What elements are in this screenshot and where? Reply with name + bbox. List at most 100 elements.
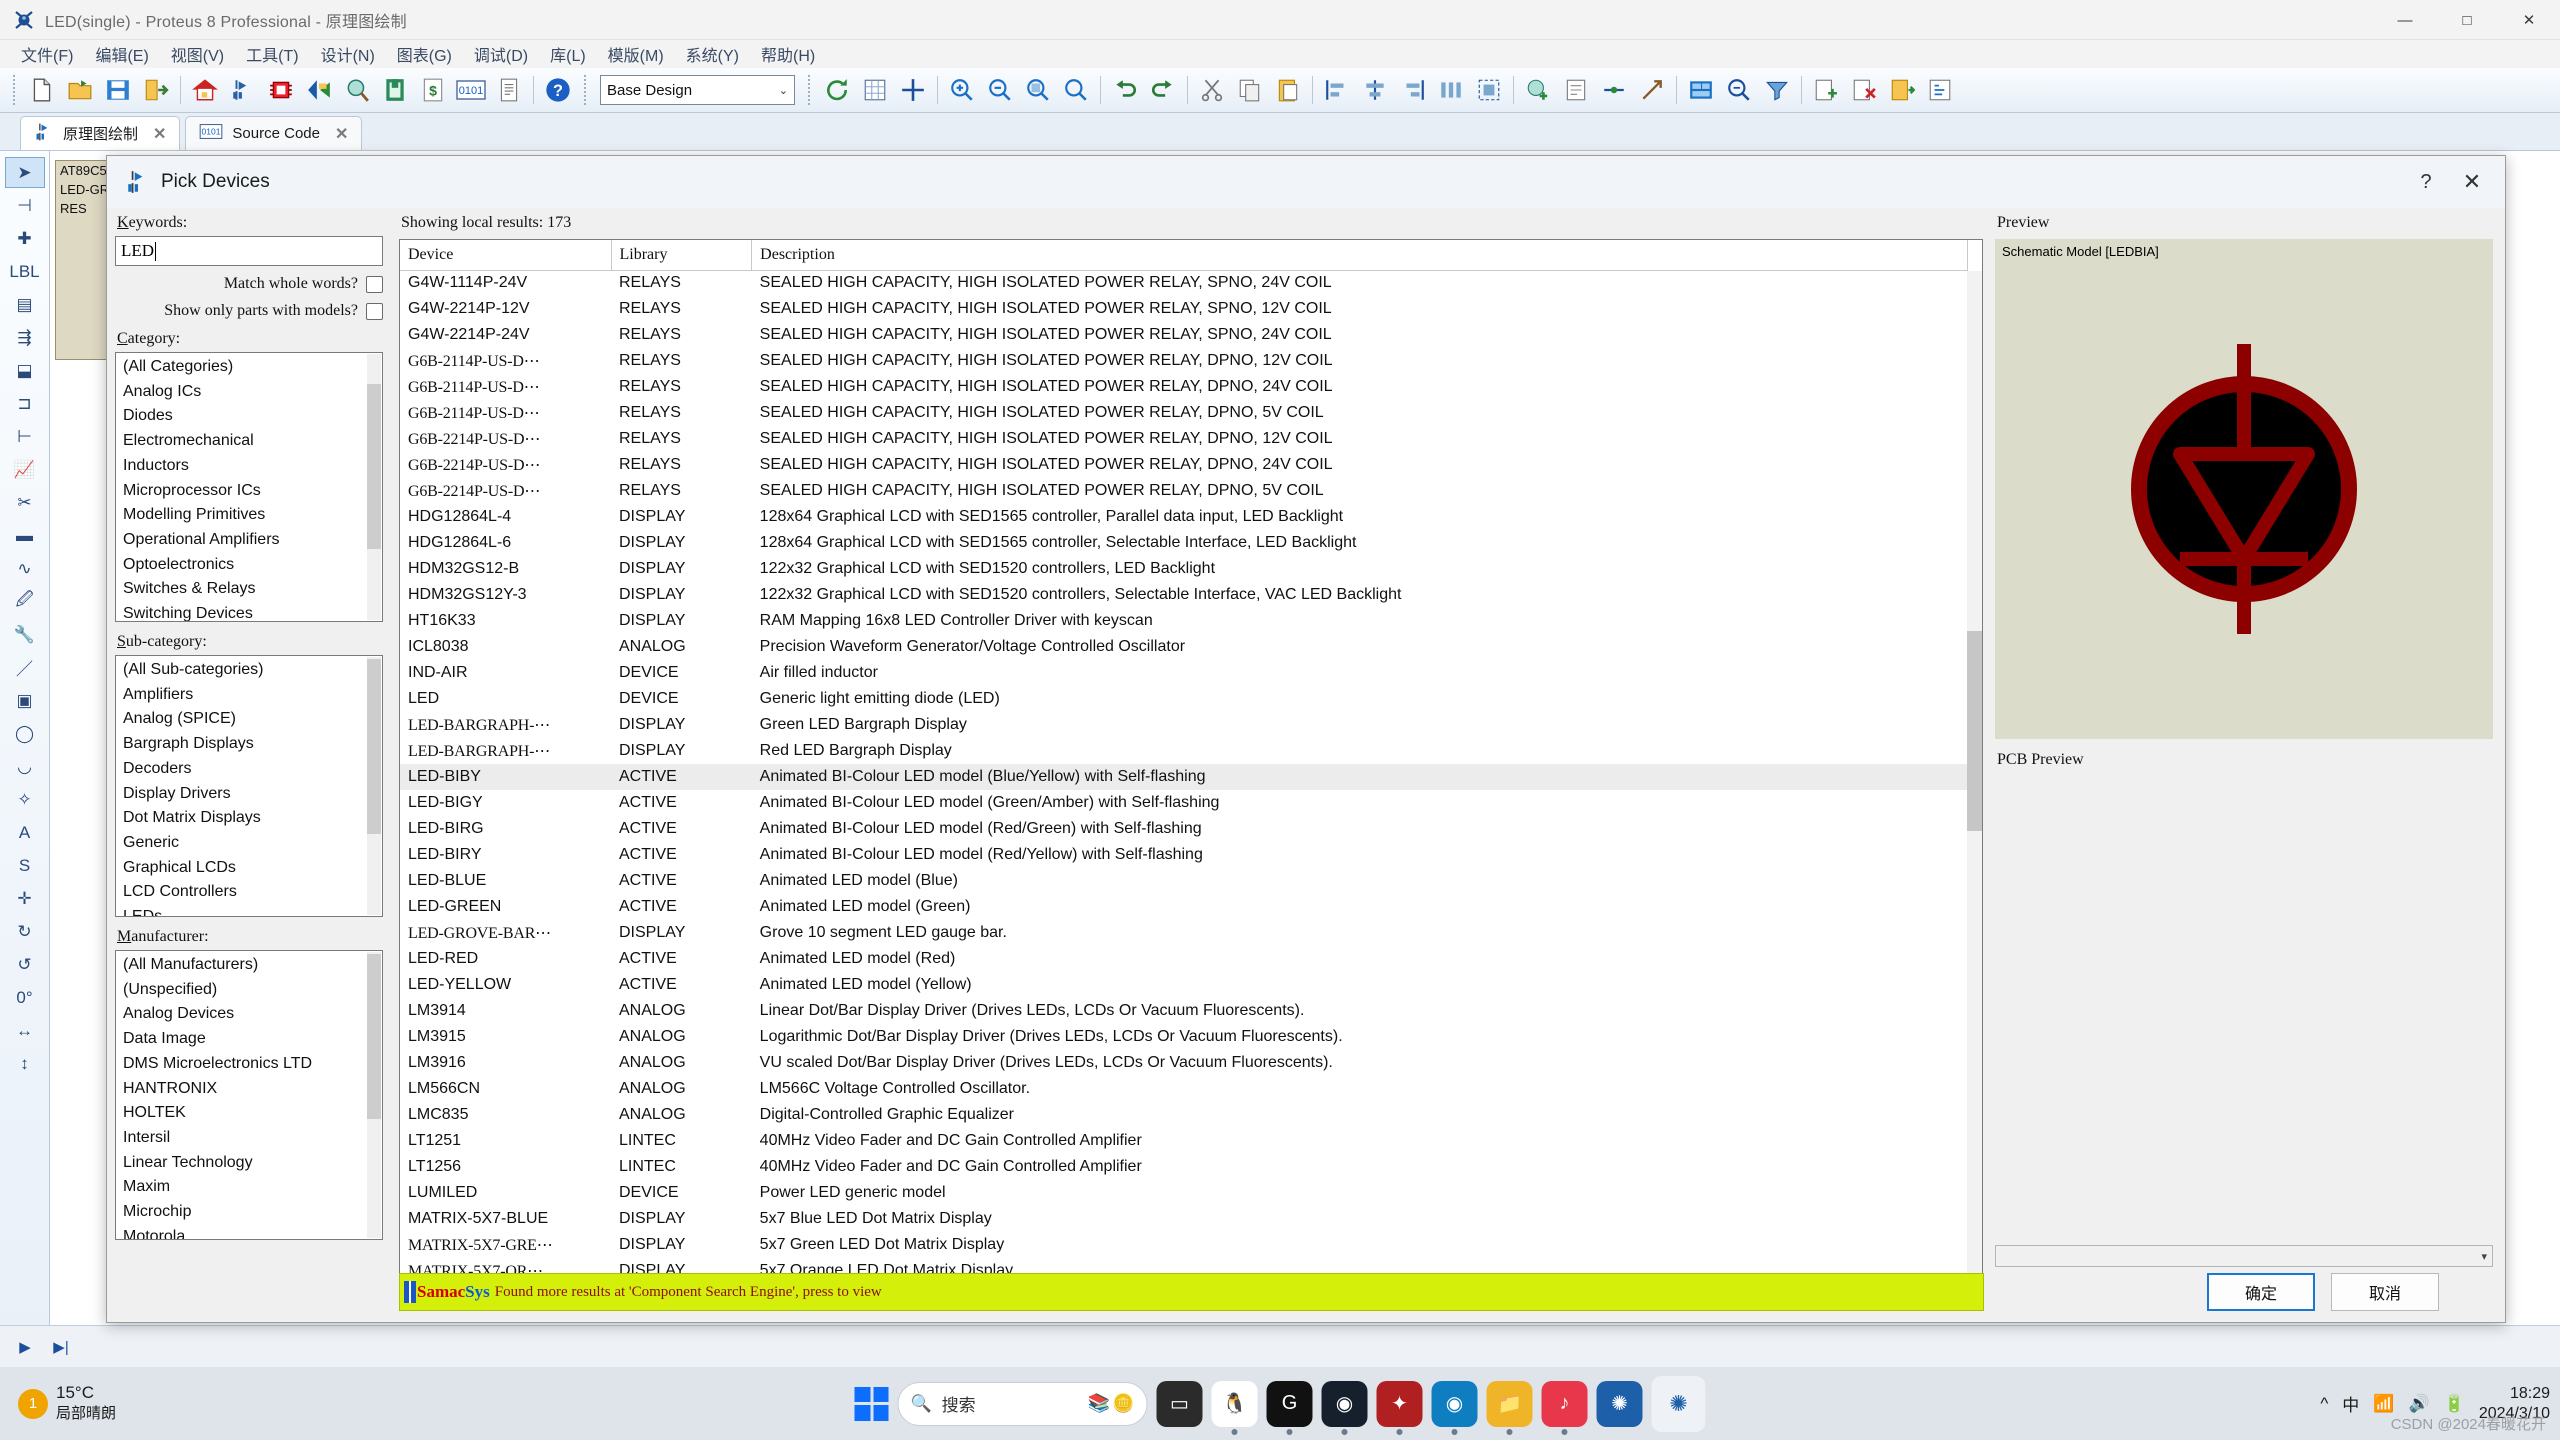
table-row[interactable]: ICL8038ANALOGPrecision Waveform Generato… — [400, 634, 1968, 660]
maximize-button[interactable]: □ — [2436, 0, 2498, 40]
table-row[interactable]: LEDDEVICEGeneric light emitting diode (L… — [400, 686, 1968, 712]
device-pins-icon[interactable]: ⊢ — [5, 421, 45, 452]
table-row[interactable]: G4W-2214P-12VRELAYSSEALED HIGH CAPACITY,… — [400, 296, 1968, 322]
game-icon[interactable]: ✦ — [1377, 1381, 1423, 1427]
marker-tool-icon[interactable]: ✛ — [5, 883, 45, 914]
refresh-icon[interactable] — [818, 72, 856, 108]
subcategory-listbox[interactable]: (All Sub-categories)AmplifiersAnalog (SP… — [115, 655, 383, 917]
table-row[interactable]: LMC835ANALOGDigital-Controlled Graphic E… — [400, 1102, 1968, 1128]
table-row[interactable]: LT1256LINTEC40MHz Video Fader and DC Gai… — [400, 1154, 1968, 1180]
new-file-icon[interactable] — [23, 72, 61, 108]
table-row[interactable]: HDG12864L-6DISPLAY128x64 Graphical LCD w… — [400, 530, 1968, 556]
table-row[interactable]: HT16K33DISPLAYRAM Mapping 16x8 LED Contr… — [400, 608, 1968, 634]
manufacturer-item-3[interactable]: Data Image — [116, 1027, 382, 1052]
export-icon[interactable] — [137, 72, 175, 108]
graph-mode-icon[interactable]: 📈 — [5, 454, 45, 485]
category-item-2[interactable]: Diodes — [116, 404, 382, 429]
menu-item-9[interactable]: 系统(Y) — [675, 39, 750, 69]
add-sheet-icon[interactable] — [1807, 72, 1845, 108]
bus-mode-icon[interactable]: ⇶ — [5, 322, 45, 353]
table-row[interactable]: LED-BARGRAPH-⋯DISPLAYRed LED Bargraph Di… — [400, 738, 1968, 764]
schematic-capture-icon[interactable] — [224, 72, 262, 108]
category-item-5[interactable]: Microprocessor ICs — [116, 479, 382, 504]
show-only-models-row[interactable]: Show only parts with models? — [115, 302, 383, 320]
table-row[interactable]: LED-BLUEACTIVEAnimated LED model (Blue) — [400, 868, 1968, 894]
generator-mode-icon[interactable]: ▬ — [5, 520, 45, 551]
table-row[interactable]: LED-YELLOWACTIVEAnimated LED model (Yell… — [400, 972, 1968, 998]
battery-icon[interactable]: 🔋 — [2444, 1394, 2465, 1414]
circle-tool-icon[interactable]: ◯ — [5, 718, 45, 749]
minimize-button[interactable]: — — [2374, 0, 2436, 40]
reports-icon[interactable] — [490, 72, 528, 108]
manufacturer-item-7[interactable]: Intersil — [116, 1126, 382, 1151]
open-file-icon[interactable] — [61, 72, 99, 108]
tray-expand-icon[interactable]: ^ — [2320, 1394, 2328, 1414]
properties-icon[interactable] — [1557, 72, 1595, 108]
subcircuit-icon[interactable]: ⬓ — [5, 355, 45, 386]
zoom-out-icon[interactable] — [981, 72, 1019, 108]
table-row[interactable]: LED-BIGYACTIVEAnimated BI-Colour LED mod… — [400, 790, 1968, 816]
ok-button[interactable]: 确定 — [2207, 1273, 2315, 1311]
rotation-value-icon[interactable]: 0° — [5, 982, 45, 1013]
menu-item-0[interactable]: 文件(F) — [10, 39, 84, 69]
box-tool-icon[interactable]: ▣ — [5, 685, 45, 716]
distribute-icon[interactable] — [1432, 72, 1470, 108]
subcategory-item-10[interactable]: LEDs — [116, 905, 382, 917]
menu-item-7[interactable]: 库(L) — [539, 39, 597, 69]
zoom-area-icon[interactable] — [1057, 72, 1095, 108]
manufacturer-listbox[interactable]: (All Manufacturers)(Unspecified)Analog D… — [115, 950, 383, 1240]
menu-item-5[interactable]: 图表(G) — [386, 39, 463, 69]
subcategory-item-1[interactable]: Amplifiers — [116, 683, 382, 708]
design-explorer-2-icon[interactable] — [1921, 72, 1959, 108]
menu-item-8[interactable]: 模版(M) — [597, 39, 675, 69]
results-scroll-thumb[interactable] — [1967, 631, 1982, 831]
tab-0[interactable]: 原理图绘制✕ — [20, 116, 180, 150]
text-tool-icon[interactable]: A — [5, 817, 45, 848]
menu-item-10[interactable]: 帮助(H) — [750, 39, 826, 69]
category-item-1[interactable]: Analog ICs — [116, 380, 382, 405]
table-row[interactable]: G6B-2114P-US-D⋯RELAYSSEALED HIGH CAPACIT… — [400, 374, 1968, 400]
file-explorer-icon[interactable]: 📁 — [1487, 1381, 1533, 1427]
manufacturer-item-6[interactable]: HOLTEK — [116, 1101, 382, 1126]
paste-icon[interactable] — [1269, 72, 1307, 108]
subcategory-item-4[interactable]: Decoders — [116, 757, 382, 782]
wifi-icon[interactable]: 📶 — [2373, 1394, 2394, 1414]
task-view-icon[interactable]: ▭ — [1157, 1381, 1203, 1427]
table-row[interactable]: LED-BIBYACTIVEAnimated BI-Colour LED mod… — [400, 764, 1968, 790]
wire-label-tool-icon[interactable] — [1595, 72, 1633, 108]
origin-icon[interactable] — [894, 72, 932, 108]
add-part-icon[interactable] — [1519, 72, 1557, 108]
mirror-y-icon[interactable]: ↕ — [5, 1048, 45, 1079]
close-icon[interactable]: ✕ — [335, 124, 348, 144]
cut-icon[interactable] — [1193, 72, 1231, 108]
search-design-icon[interactable] — [1720, 72, 1758, 108]
table-row[interactable]: MATRIX-5X7-BLUEDISPLAY5x7 Blue LED Dot M… — [400, 1206, 1968, 1232]
manufacturer-item-10[interactable]: Microchip — [116, 1200, 382, 1225]
arc-tool-icon[interactable]: ◡ — [5, 751, 45, 782]
table-row[interactable]: G6B-2214P-US-D⋯RELAYSSEALED HIGH CAPACIT… — [400, 452, 1968, 478]
manufacturer-item-0[interactable]: (All Manufacturers) — [116, 953, 382, 978]
net-tool-icon[interactable] — [1633, 72, 1671, 108]
proteus-icon[interactable]: ✺ — [1597, 1381, 1643, 1427]
subcategory-scrollbar[interactable] — [367, 657, 381, 915]
table-row[interactable]: LM3915ANALOGLogarithmic Dot/Bar Display … — [400, 1024, 1968, 1050]
table-row[interactable]: LED-REDACTIVEAnimated LED model (Red) — [400, 946, 1968, 972]
design-selector[interactable]: Base Design ⌄ — [600, 75, 795, 105]
table-row[interactable]: MATRIX-5X7-GRE⋯DISPLAY5x7 Green LED Dot … — [400, 1232, 1968, 1258]
rotate-cw-icon[interactable]: ↻ — [5, 916, 45, 947]
manufacturer-item-5[interactable]: HANTRONIX — [116, 1077, 382, 1102]
menu-item-1[interactable]: 编辑(E) — [84, 39, 159, 69]
manufacturer-item-4[interactable]: DMS Microelectronics LTD — [116, 1052, 382, 1077]
category-item-0[interactable]: (All Categories) — [116, 355, 382, 380]
current-probe-icon[interactable]: 🖉 — [5, 586, 45, 617]
menu-item-6[interactable]: 调试(D) — [463, 39, 539, 69]
column-header-1[interactable]: Library — [611, 240, 752, 270]
netease-music-icon[interactable]: ♪ — [1542, 1381, 1588, 1427]
menu-item-4[interactable]: 设计(N) — [310, 39, 386, 69]
junction-dot-icon[interactable]: ✚ — [5, 223, 45, 254]
g-app-icon[interactable]: G — [1267, 1381, 1313, 1427]
match-whole-words-row[interactable]: Match whole words? — [115, 275, 383, 293]
table-row[interactable]: LED-BIRGACTIVEAnimated BI-Colour LED mod… — [400, 816, 1968, 842]
table-row[interactable]: HDM32GS12Y-3DISPLAY122x32 Graphical LCD … — [400, 582, 1968, 608]
exit-sheet-icon[interactable] — [1883, 72, 1921, 108]
